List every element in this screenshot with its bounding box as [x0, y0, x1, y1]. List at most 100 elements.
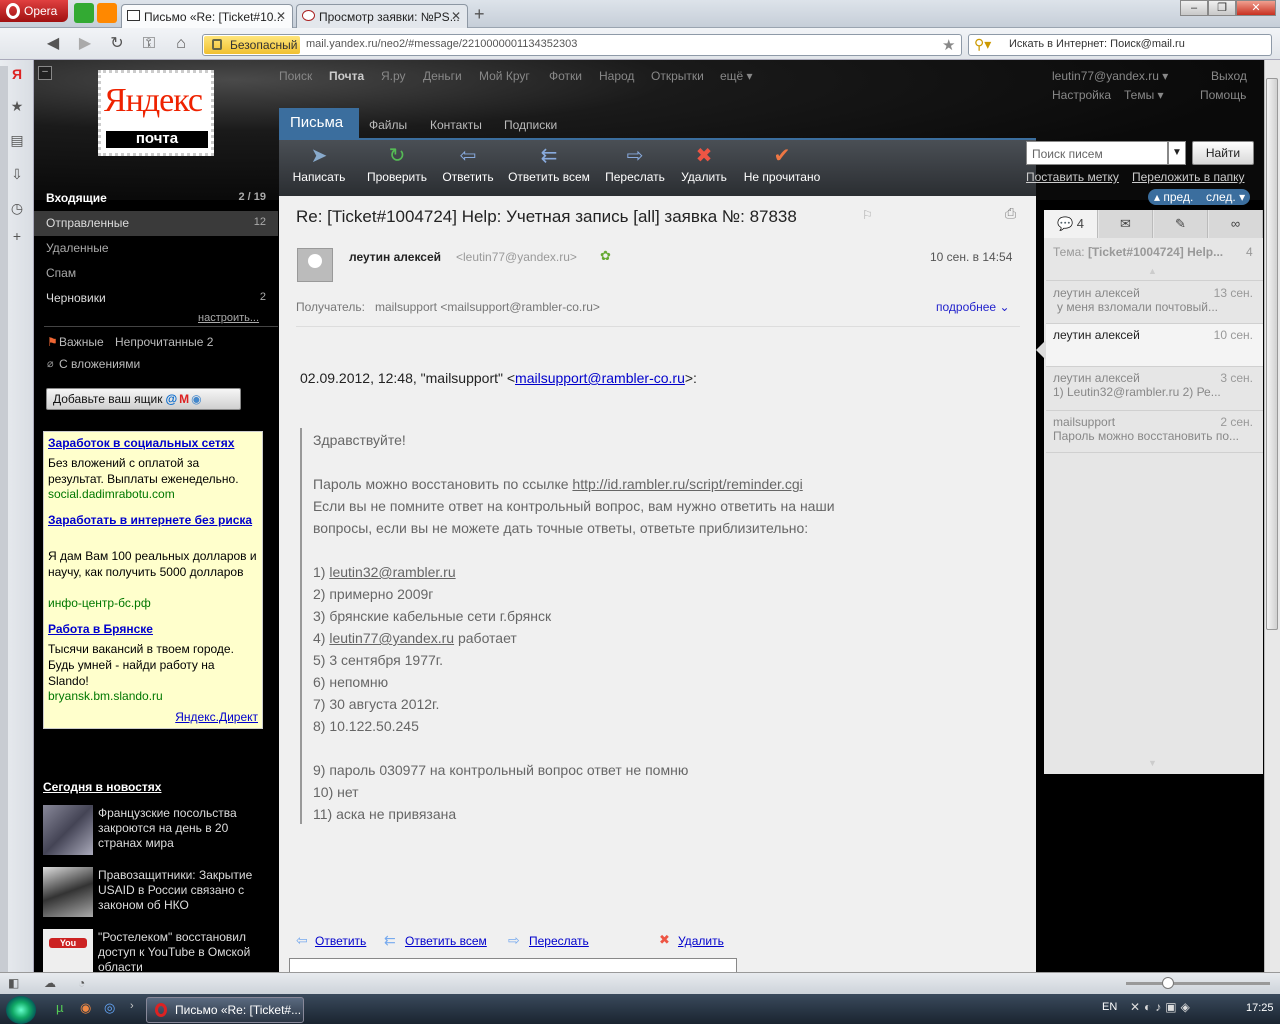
panel-toggle-icon[interactable]: ◧: [8, 976, 19, 990]
mark-unread-button[interactable]: ✔ Не прочитано: [740, 146, 824, 184]
bottom-reply-all-link[interactable]: Ответить всем: [405, 934, 487, 948]
tab-ticket[interactable]: Просмотр заявки: №PS... ✕: [296, 4, 468, 28]
folder-spam[interactable]: Спам: [34, 261, 278, 286]
security-badge[interactable]: Безопасный: [204, 36, 300, 54]
cloud-icon[interactable]: ☁: [44, 976, 56, 990]
news-thumbnail[interactable]: [43, 867, 93, 917]
chrome-icon[interactable]: ◉: [80, 1000, 91, 1016]
nav-mail[interactable]: Почта: [329, 69, 364, 83]
collapse-icon[interactable]: –: [38, 66, 52, 80]
rambler-email-link[interactable]: leutin32@rambler.ru: [329, 564, 455, 580]
delete-button[interactable]: ✖ Удалить: [678, 146, 730, 184]
ad-url[interactable]: social.dadimrabotu.com: [48, 487, 175, 501]
news-thumbnail[interactable]: [43, 805, 93, 855]
compose-button[interactable]: ➤ Написать: [290, 146, 348, 184]
bottom-reply-link[interactable]: Ответить: [315, 934, 366, 948]
tab-letter[interactable]: Письмо «Re: [Ticket#10... ✕: [121, 4, 293, 28]
tab-letters[interactable]: Письма: [279, 108, 359, 138]
news-item[interactable]: Правозащитники: Закрытие USAID в России …: [98, 868, 268, 913]
reply-all-button[interactable]: ⇇ Ответить всем: [506, 146, 592, 184]
sender-name[interactable]: леутин алексей: [349, 250, 441, 264]
themes-link[interactable]: Темы ▾: [1124, 88, 1164, 102]
news-thumbnail[interactable]: You: [43, 929, 93, 972]
reload-icon[interactable]: ↻: [106, 34, 128, 54]
ad-title[interactable]: Работа в Брянске: [48, 622, 153, 636]
forward-button[interactable]: ⇨ Переслать: [602, 146, 668, 184]
intro-email-link[interactable]: mailsupport@rambler-co.ru: [515, 370, 685, 386]
prev-message-link[interactable]: ▴ пред.: [1154, 190, 1193, 204]
thread-item-current[interactable]: леутин алексей 10 сен.: [1046, 324, 1263, 367]
configure-folders-link[interactable]: настроить...: [198, 312, 259, 324]
folder-drafts[interactable]: Черновики 2: [34, 286, 278, 311]
close-window-icon[interactable]: ✕: [1236, 0, 1276, 16]
recipient-value[interactable]: mailsupport <mailsupport@rambler-co.ru>: [375, 300, 600, 314]
language-indicator[interactable]: EN: [1102, 1001, 1117, 1013]
search-engine-icon[interactable]: ⚲▾: [974, 36, 991, 53]
sender-email[interactable]: <leutin77@yandex.ru>: [456, 250, 577, 264]
nav-money[interactable]: Деньги: [423, 69, 462, 83]
nav-yaru[interactable]: Я.ру: [381, 69, 406, 83]
forward-icon[interactable]: ▶: [74, 34, 96, 54]
zoom-slider[interactable]: [1126, 982, 1270, 985]
scroll-up-icon[interactable]: ▲: [1148, 266, 1157, 276]
yandex-email-link[interactable]: leutin77@yandex.ru: [329, 630, 454, 646]
tab-letters-icon[interactable]: ✉: [1099, 210, 1153, 238]
ad-title[interactable]: Заработать в интернете без риска: [48, 513, 258, 527]
nav-narod[interactable]: Народ: [599, 69, 634, 83]
nav-search[interactable]: Поиск: [279, 69, 312, 83]
tab-attachments[interactable]: ✎: [1154, 210, 1208, 238]
unread-filter[interactable]: Непрочитанные 2: [115, 335, 213, 349]
more-icon[interactable]: ›: [130, 1000, 134, 1012]
ie-icon[interactable]: ◎: [104, 1000, 115, 1016]
home-icon[interactable]: ⌂: [170, 34, 192, 54]
speedometer-icon[interactable]: ◔: [78, 976, 85, 990]
yandex-panel-icon[interactable]: Я: [8, 66, 26, 84]
news-item[interactable]: Французские посольства закроются на день…: [98, 806, 268, 851]
mail-search-input[interactable]: Поиск писем: [1026, 141, 1168, 165]
bottom-delete-link[interactable]: Удалить: [678, 934, 724, 948]
attachments-filter[interactable]: С вложениями: [59, 357, 140, 371]
print-icon[interactable]: ⎙: [1005, 205, 1016, 222]
opera-menu-button[interactable]: Opera: [0, 0, 68, 22]
page-scrollbar-thumb[interactable]: [1266, 78, 1278, 630]
thread-item[interactable]: mailsupport 2 сен. Пароль можно восстанови…: [1046, 411, 1263, 453]
tray-icons[interactable]: ✕◐♪▣◈: [1130, 1000, 1194, 1014]
bottom-forward-link[interactable]: Переслать: [529, 934, 589, 948]
nav-moikrug[interactable]: Мой Круг: [479, 69, 530, 83]
nav-postcards[interactable]: Открытки: [651, 69, 704, 83]
speed-dial-icon[interactable]: [74, 3, 94, 23]
important-filter[interactable]: Важные: [59, 335, 104, 349]
nav-photos[interactable]: Фотки: [549, 69, 582, 83]
settings-link[interactable]: Настройка: [1052, 88, 1111, 102]
back-icon[interactable]: ◀: [42, 34, 64, 54]
tab-links[interactable]: ∞: [1209, 210, 1263, 238]
folder-deleted[interactable]: Удаленные: [34, 236, 278, 261]
notes-icon[interactable]: ▤: [8, 132, 26, 150]
close-tab-icon[interactable]: ✕: [451, 9, 461, 23]
reminder-link[interactable]: http://id.rambler.ru/script/reminder.cgi: [572, 476, 802, 492]
search-options-icon[interactable]: ▼: [1168, 141, 1186, 165]
history-icon[interactable]: ◷: [8, 200, 26, 218]
ad-url[interactable]: инфо-центр-бс.рф: [48, 596, 151, 610]
next-message-link[interactable]: след. ▾: [1206, 190, 1245, 204]
user-menu[interactable]: leutin77@yandex.ru ▾: [1052, 69, 1168, 83]
bookmark-star-icon[interactable]: ★: [942, 36, 955, 54]
news-title[interactable]: Сегодня в новостях: [43, 780, 161, 794]
minimize-icon[interactable]: –: [1180, 0, 1208, 16]
downloads-icon[interactable]: ⇩: [8, 166, 26, 184]
tab-contacts[interactable]: Контакты: [430, 108, 482, 138]
bookmarks-icon[interactable]: ★: [8, 98, 26, 116]
reply-button[interactable]: ⇦ Ответить: [440, 146, 496, 184]
zoom-slider-handle[interactable]: [1162, 977, 1174, 989]
add-mailbox-button[interactable]: Добавьте ваш ящик @ M ◉: [46, 388, 241, 410]
thread-item[interactable]: леутин алексей 3 сен. 1) Leutin32@rambler.…: [1046, 367, 1263, 411]
key-icon[interactable]: ⚿: [138, 34, 160, 54]
odnoklassniki-icon[interactable]: [97, 3, 117, 23]
taskbar-opera-window[interactable]: Письмо «Re: [Ticket#...: [146, 997, 304, 1023]
thread-item[interactable]: леутин алексей 13 сен. у меня взломали поч…: [1046, 282, 1263, 324]
start-button[interactable]: [6, 996, 36, 1024]
flag-outline-icon[interactable]: ⚐: [862, 208, 873, 222]
help-link[interactable]: Помощь: [1200, 88, 1246, 102]
tab-files[interactable]: Файлы: [369, 108, 407, 138]
move-folder-link[interactable]: Переложить в папку: [1132, 170, 1245, 184]
